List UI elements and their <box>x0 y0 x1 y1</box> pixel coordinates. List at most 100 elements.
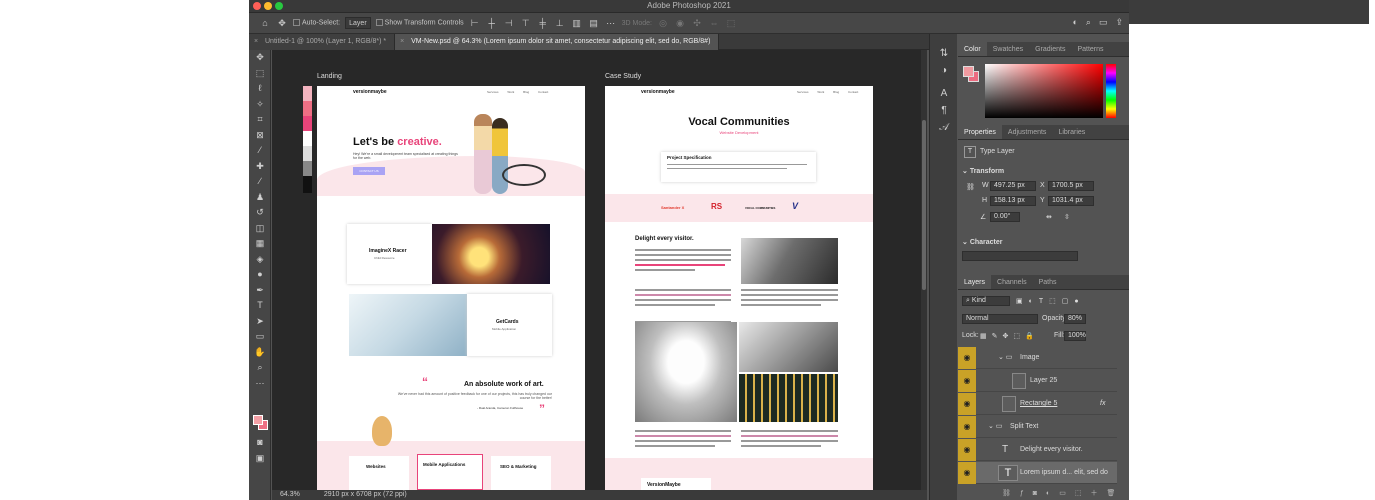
case-nav-blog[interactable]: Blog <box>833 90 839 94</box>
shape-icon[interactable]: ▭ <box>249 329 271 345</box>
service-card-mobile[interactable] <box>417 454 483 490</box>
brush-icon[interactable]: ∕ <box>249 174 271 190</box>
auto-select-checkbox[interactable] <box>293 19 300 27</box>
layers-footer-icons[interactable]: ⛓ƒ◙◐▭⬚＋🗑 <box>1002 488 1124 498</box>
magic-wand-icon[interactable]: ✧ <box>249 97 271 113</box>
scale-3d-icon[interactable]: ⬚ <box>725 18 737 29</box>
fill-field[interactable]: 100% <box>1064 331 1086 341</box>
transform-header[interactable]: ⌄ Transform <box>962 167 1004 175</box>
align-right-icon[interactable]: ⊣ <box>503 18 515 29</box>
project-card-1[interactable] <box>347 224 432 284</box>
screen-mode-icon[interactable]: ▣ <box>249 451 271 467</box>
layer-row-lorem[interactable]: ◉ T Lorem ipsum d... elit, sed do <box>958 462 1117 484</box>
glyphs-panel-icon[interactable]: 𝒜 <box>930 122 958 139</box>
pan-3d-icon[interactable]: ✣ <box>691 18 703 29</box>
distribute-vertical-icon[interactable]: ▤ <box>588 18 600 29</box>
type-icon[interactable]: T <box>249 298 271 314</box>
color-picker-field[interactable] <box>985 64 1103 118</box>
visibility-eye-icon[interactable]: ◉ <box>958 462 976 484</box>
show-transform-checkbox[interactable] <box>375 19 383 27</box>
blur-icon[interactable]: ◈ <box>249 252 271 268</box>
nav-services[interactable]: Services <box>487 90 499 94</box>
x-field[interactable]: 1700.5 px <box>1048 181 1094 191</box>
tab-color[interactable]: Color <box>958 42 987 56</box>
stamp-icon[interactable]: ♟ <box>249 190 271 206</box>
align-bottom-icon[interactable]: ⊥ <box>554 18 566 29</box>
lasso-icon[interactable]: ℓ <box>249 81 271 97</box>
layer-row-image[interactable]: ◉ ⌄ ▭ Image <box>958 347 1117 369</box>
lock-icons[interactable]: ▦✎✥⬚🔒 <box>980 332 1039 340</box>
layer-row-delight[interactable]: ◉ T Delight every visitor. <box>958 439 1117 461</box>
scrollbar-thumb[interactable] <box>922 120 926 290</box>
service-card-seo[interactable] <box>491 456 551 490</box>
close-tab-icon[interactable]: × <box>400 34 404 50</box>
canvas-area[interactable]: Landing Case Study versionmaybe Services… <box>272 50 927 490</box>
visibility-eye-icon[interactable]: ◉ <box>958 439 976 461</box>
case-nav-contact[interactable]: Contact <box>848 90 858 94</box>
character-panel-icon[interactable]: A <box>930 88 958 105</box>
tab-swatches[interactable]: Swatches <box>987 42 1029 56</box>
foreground-color-swatch[interactable] <box>253 415 263 425</box>
link-icon[interactable]: ⛓ <box>966 183 975 191</box>
orbit-3d-icon[interactable]: ◎ <box>657 18 669 29</box>
workspace-icon[interactable]: ▭ <box>1099 17 1108 28</box>
visibility-eye-icon[interactable]: ◉ <box>958 416 976 438</box>
hand-icon[interactable]: ✋ <box>249 345 271 361</box>
character-header[interactable]: ⌄ Character <box>962 238 1003 246</box>
share-icon[interactable]: ◐ <box>1072 17 1077 28</box>
quick-mask-icon[interactable]: ◙ <box>249 435 271 451</box>
hue-slider[interactable] <box>1106 64 1116 118</box>
width-field[interactable]: 497.25 px <box>990 181 1036 191</box>
path-select-icon[interactable]: ➤ <box>249 314 271 330</box>
filter-icons[interactable]: ▣◐T⬚▢● <box>1016 297 1085 305</box>
roll-3d-icon[interactable]: ◉ <box>674 18 686 29</box>
fx-badge[interactable]: fx <box>1100 393 1105 415</box>
font-family-select[interactable] <box>962 251 1078 261</box>
layer-row-rectangle5[interactable]: ◉ Rectangle 5 fx <box>958 393 1117 415</box>
pen-icon[interactable]: ✒ <box>249 283 271 299</box>
paragraph-panel-icon[interactable]: ¶ <box>930 105 958 122</box>
artboard-label-landing[interactable]: Landing <box>317 73 342 80</box>
tab-paths[interactable]: Paths <box>1033 275 1063 289</box>
upload-icon[interactable]: ⇪ <box>1115 17 1123 28</box>
tab-patterns[interactable]: Patterns <box>1071 42 1109 56</box>
move-icon[interactable]: ✥ <box>249 50 271 66</box>
distribute-icon[interactable]: ▥ <box>571 18 583 29</box>
tab-libraries[interactable]: Libraries <box>1052 125 1091 139</box>
tab-gradients[interactable]: Gradients <box>1029 42 1071 56</box>
dodge-icon[interactable]: ● <box>249 267 271 283</box>
tab-adjustments[interactable]: Adjustments <box>1002 125 1053 139</box>
crop-icon[interactable]: ⌗ <box>249 112 271 128</box>
cta-button[interactable]: CONTACT US <box>353 167 385 175</box>
nav-blog[interactable]: Blog <box>523 90 529 94</box>
align-top-icon[interactable]: ⊤ <box>520 18 532 29</box>
healing-icon[interactable]: ✚ <box>249 159 271 175</box>
more-options-icon[interactable]: ⋯ <box>605 18 617 29</box>
visibility-eye-icon[interactable]: ◉ <box>958 393 976 415</box>
zoom-level[interactable]: 64.3% <box>280 491 300 498</box>
gradient-icon[interactable]: ▦ <box>249 236 271 252</box>
opacity-field[interactable]: 80% <box>1064 314 1086 324</box>
doc-size[interactable]: 2910 px x 6708 px (72 ppi) <box>324 491 407 498</box>
align-left-icon[interactable]: ⊢ <box>469 18 481 29</box>
close-tab-icon[interactable]: × <box>254 34 258 50</box>
case-nav-services[interactable]: Services <box>797 90 809 94</box>
move-tool-icon[interactable]: ✥ <box>276 18 288 29</box>
canvas-vertical-scrollbar[interactable] <box>921 50 927 490</box>
blend-mode-select[interactable]: Normal <box>962 314 1038 324</box>
flip-horizontal-icon[interactable]: ⇹ <box>1046 213 1052 221</box>
angle-field[interactable]: 0.00° <box>990 212 1020 222</box>
artboard-case-study[interactable]: versionmaybe Services Work Blog Contact … <box>605 86 873 490</box>
nav-work[interactable]: Work <box>507 90 514 94</box>
tab-properties[interactable]: Properties <box>958 125 1002 139</box>
artboard-label-case-study[interactable]: Case Study <box>605 73 641 80</box>
more-tools-icon[interactable]: ⋯ <box>249 376 271 392</box>
search-icon[interactable]: ⌕ <box>1086 17 1091 28</box>
tab-channels[interactable]: Channels <box>991 275 1033 289</box>
marquee-icon[interactable]: ⬚ <box>249 66 271 82</box>
adjust-panel-icon[interactable]: ◑ <box>930 65 958 82</box>
filter-kind-select[interactable]: ⌕ Kind <box>962 296 1010 306</box>
layer-row-layer25[interactable]: ◉ Layer 25 <box>958 370 1117 392</box>
slide-3d-icon[interactable]: ⇔ <box>708 18 720 28</box>
flip-vertical-icon[interactable]: ⇳ <box>1064 213 1070 221</box>
